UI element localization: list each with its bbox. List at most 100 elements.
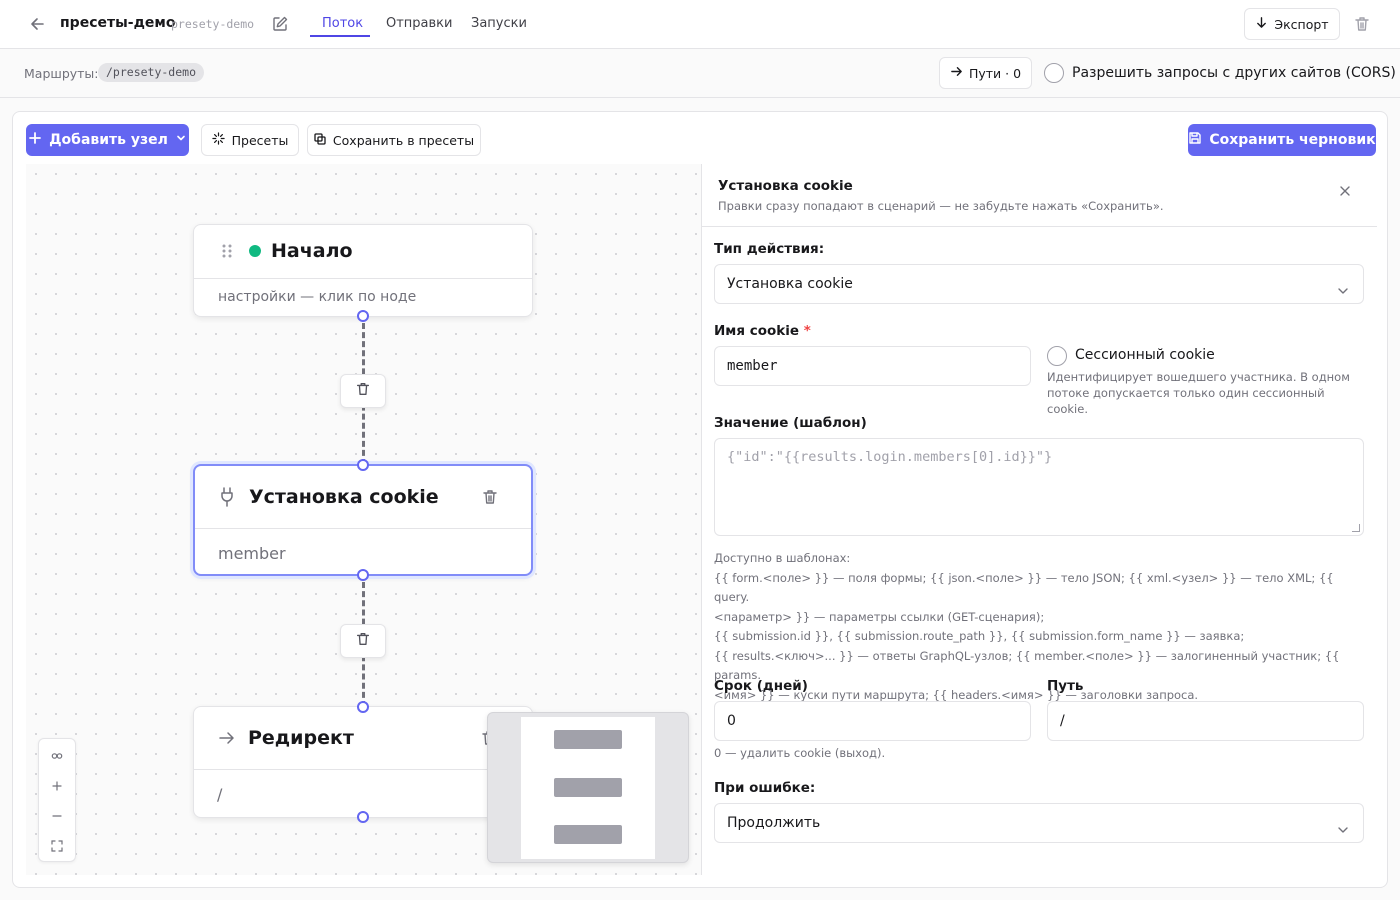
chevron-down-icon: [175, 132, 187, 148]
export-label: Экспорт: [1274, 16, 1329, 32]
value-template-label: Значение (шаблон): [714, 415, 867, 431]
minimap[interactable]: [487, 712, 689, 863]
node-start[interactable]: Начало настройки — клик по ноде: [193, 224, 533, 317]
zoom-controls: [38, 738, 76, 862]
add-node-label: Добавить узел: [49, 132, 168, 148]
close-icon[interactable]: [1336, 182, 1354, 200]
node-subtitle: настройки — клик по ноде: [218, 289, 417, 305]
flow-editor-card: Добавить узел Пресеты Сохранить в пресет…: [12, 111, 1388, 888]
zoom-in-icon[interactable]: [39, 771, 75, 801]
required-asterisk: *: [803, 323, 811, 339]
resize-handle-icon[interactable]: [1352, 524, 1360, 532]
action-type-value: Установка cookie: [727, 276, 853, 292]
trash-icon: [355, 381, 371, 401]
template-help-line: {{ form.<поле> }} — поля формы; {{ json.…: [714, 570, 1334, 605]
arrow-down-icon: [1255, 16, 1268, 32]
node-title: Начало: [271, 240, 353, 262]
tab-submissions[interactable]: Отправки: [386, 16, 453, 31]
minimap-viewport[interactable]: [521, 717, 655, 859]
back-arrow-icon[interactable]: [28, 14, 48, 34]
route-chip[interactable]: /presety-demo: [98, 63, 205, 82]
node-subtitle: member: [218, 544, 286, 563]
page-title: пресеты-демо: [60, 15, 176, 31]
edge-delete-button[interactable]: [340, 374, 386, 408]
panel-hint: Правки сразу попадают в сценарий — не за…: [718, 199, 1164, 213]
session-cookie-help: Идентифицирует вошедшего участника. В од…: [1047, 370, 1350, 416]
fit-link-icon[interactable]: [39, 741, 75, 771]
action-type-select[interactable]: Установка cookie: [714, 264, 1364, 304]
cors-checkbox[interactable]: [1044, 63, 1064, 83]
days-input[interactable]: 0: [714, 701, 1031, 741]
plus-icon: [28, 131, 42, 149]
node-input-handle[interactable]: [357, 459, 369, 471]
routes-label: Маршруты:: [24, 66, 99, 81]
node-output-handle[interactable]: [357, 811, 369, 823]
days-label: Срок (дней): [714, 678, 808, 694]
status-dot: [249, 245, 261, 257]
on-error-value: Продолжить: [727, 815, 821, 831]
trash-icon: [355, 631, 371, 651]
paths-button[interactable]: Пути · 0: [939, 57, 1032, 89]
routes-bar: Маршруты: /presety-demo Пути · 0 Разреши…: [0, 49, 1400, 98]
presets-button[interactable]: Пресеты: [201, 124, 299, 156]
template-help-line: <параметр> }} — параметры ссылки (GET-сц…: [714, 609, 1045, 624]
panel-header: Установка cookie Правки сразу попадают в…: [702, 164, 1377, 227]
save-to-presets-button[interactable]: Сохранить в пресеты: [307, 124, 481, 156]
node-input-handle[interactable]: [357, 701, 369, 713]
zoom-out-icon[interactable]: [39, 801, 75, 831]
node-output-handle[interactable]: [357, 310, 369, 322]
cookie-name-label: Имя cookie *: [714, 323, 811, 339]
template-help: Доступно в шаблонах: {{ form.<поле> }} —…: [714, 549, 1364, 705]
value-template-placeholder: {"id":"{{results.login.members[0].id}}"}: [727, 449, 1053, 465]
save-draft-button[interactable]: Сохранить черновик: [1188, 124, 1376, 156]
node-set-cookie[interactable]: Установка cookie member: [193, 464, 533, 576]
tab-flow[interactable]: Поток: [322, 16, 363, 31]
minimap-node: [554, 778, 622, 797]
value-template-textarea[interactable]: {"id":"{{results.login.members[0].id}}"}: [714, 438, 1364, 536]
node-redirect[interactable]: Редирект /: [193, 706, 533, 818]
template-help-line: Доступно в шаблонах:: [714, 551, 851, 565]
top-bar: пресеты-демо presety-demo Поток Отправки…: [0, 0, 1400, 49]
session-cookie-checkbox[interactable]: [1047, 346, 1067, 366]
node-title: Редирект: [248, 727, 354, 749]
fullscreen-icon[interactable]: [39, 831, 75, 861]
node-subtitle: /: [217, 785, 223, 804]
flow-canvas[interactable]: Начало настройки — клик по ноде Установк…: [26, 164, 701, 875]
node-header: [194, 225, 532, 279]
path-input[interactable]: /: [1047, 701, 1364, 741]
node-output-handle[interactable]: [357, 569, 369, 581]
presets-label: Пресеты: [231, 132, 289, 148]
cors-label[interactable]: Разрешить запросы с других сайтов (CORS): [1072, 65, 1396, 81]
paths-label: Пути · 0: [968, 65, 1022, 81]
arrow-right-icon: [218, 729, 236, 751]
minimap-node: [554, 825, 622, 844]
panel-title: Установка cookie: [718, 178, 853, 194]
tab-runs[interactable]: Запуски: [471, 16, 527, 31]
sparkle-icon: [211, 132, 225, 148]
plug-icon: [219, 487, 235, 511]
export-button[interactable]: Экспорт: [1244, 8, 1340, 40]
copy-icon: [314, 132, 326, 148]
trash-icon[interactable]: [481, 488, 499, 510]
days-hint: 0 — удалить cookie (выход).: [714, 746, 886, 760]
path-label: Путь: [1047, 678, 1084, 694]
edit-pencil-icon[interactable]: [271, 15, 289, 33]
chevron-down-icon: [1335, 276, 1351, 294]
cookie-name-input[interactable]: member: [714, 346, 1031, 386]
chevron-down-icon: [1335, 815, 1351, 833]
cookie-name-label-text: Имя cookie: [714, 323, 800, 339]
node-settings-panel: Установка cookie Правки сразу попадают в…: [701, 164, 1377, 875]
drag-grip-icon[interactable]: [221, 243, 233, 263]
floppy-disk-icon: [1188, 131, 1202, 149]
add-node-button[interactable]: Добавить узел: [26, 124, 189, 156]
trash-icon[interactable]: [1353, 15, 1371, 33]
action-type-label: Тип действия:: [714, 241, 825, 257]
edge-delete-button[interactable]: [340, 624, 386, 658]
save-draft-label: Сохранить черновик: [1209, 132, 1376, 148]
on-error-select[interactable]: Продолжить: [714, 803, 1364, 843]
minimap-node: [554, 730, 622, 749]
arrow-right-icon: [950, 65, 963, 81]
save-to-presets-label: Сохранить в пресеты: [332, 132, 475, 148]
session-cookie-label[interactable]: Сессионный cookie: [1075, 347, 1215, 363]
on-error-label: При ошибке:: [714, 780, 816, 796]
